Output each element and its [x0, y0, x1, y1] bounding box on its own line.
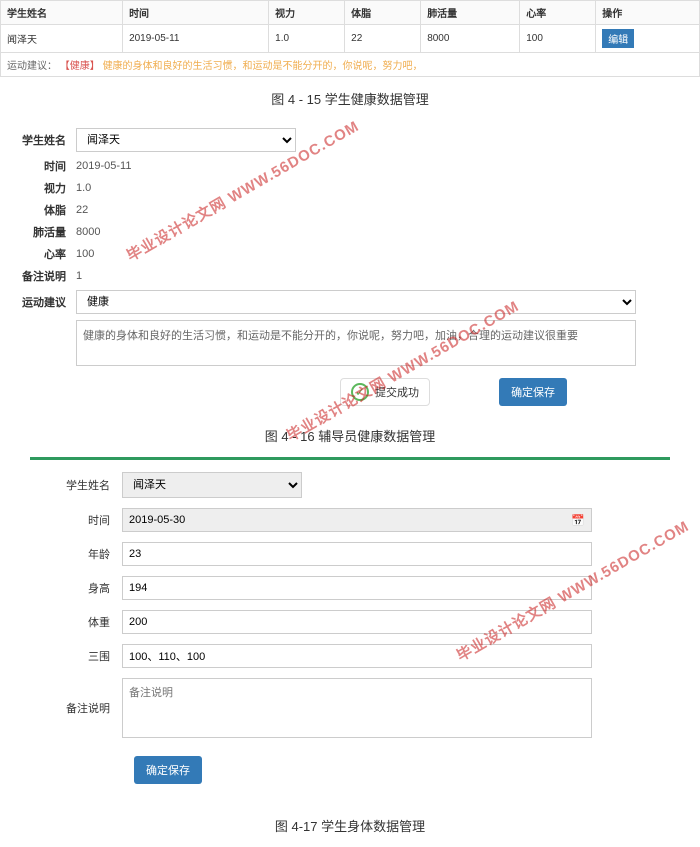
th-vision: 视力 [269, 1, 345, 25]
figure-caption-2: 图 4 - 16 辅导员健康数据管理 [0, 426, 700, 445]
student-select[interactable]: 闻泽天 [76, 128, 296, 152]
th-heart: 心率 [520, 1, 596, 25]
weight-input[interactable] [122, 610, 592, 634]
cell-heart: 100 [520, 25, 596, 53]
label2-bwh: 三围 [66, 648, 122, 664]
label2-time: 时间 [66, 512, 122, 528]
save-button[interactable]: 确定保存 [499, 378, 567, 406]
th-name: 学生姓名 [1, 1, 123, 25]
suggestion-prefix: 运动建议： [7, 61, 57, 72]
cell-time: 2019-05-11 [123, 25, 269, 53]
edit-button[interactable]: 编辑 [602, 29, 634, 48]
label-lung: 肺活量 [20, 224, 76, 240]
label-remark: 备注说明 [20, 268, 76, 284]
label2-name: 学生姓名 [66, 477, 122, 493]
th-fat: 体脂 [345, 1, 421, 25]
label2-weight: 体重 [66, 614, 122, 630]
label-name: 学生姓名 [20, 132, 76, 148]
exercise-textarea[interactable]: 健康的身体和良好的生活习惯，和运动是不能分开的，你说呢，努力吧，加油，合理的运动… [76, 320, 636, 366]
th-time: 时间 [123, 1, 269, 25]
label2-age: 年龄 [66, 546, 122, 562]
date-input[interactable] [123, 509, 565, 531]
health-table: 学生姓名 时间 视力 体脂 肺活量 心率 操作 闻泽天 2019-05-11 1… [0, 0, 700, 77]
value-time: 2019-05-11 [76, 160, 131, 172]
counselor-form: 学生姓名 闻泽天 时间2019-05-11 视力1.0 体脂22 肺活量8000… [0, 120, 700, 414]
label-vision: 视力 [20, 180, 76, 196]
bwh-input[interactable] [122, 644, 592, 668]
cell-vision: 1.0 [269, 25, 345, 53]
cell-fat: 22 [345, 25, 421, 53]
suggestion-row: 运动建议： 【健康】 健康的身体和良好的生活习惯，和运动是不能分开的，你说呢，努… [1, 53, 700, 77]
age-input[interactable] [122, 542, 592, 566]
value-vision: 1.0 [76, 182, 91, 194]
value-heart: 100 [76, 248, 94, 260]
exercise-select[interactable]: 健康 [76, 290, 636, 314]
label2-height: 身高 [66, 580, 122, 596]
cell-lung: 8000 [421, 25, 520, 53]
body-data-form-wrap: 学生姓名 闻泽天 时间 📅 年龄 身高 体重 三围 备注说明 确定保存 [30, 457, 670, 804]
th-lung: 肺活量 [421, 1, 520, 25]
value-remark: 1 [76, 270, 82, 282]
height-input[interactable] [122, 576, 592, 600]
cell-name: 闻泽天 [1, 25, 123, 53]
th-action: 操作 [596, 1, 700, 25]
calendar-icon[interactable]: 📅 [565, 514, 591, 527]
figure-caption-1: 图 4 - 15 学生健康数据管理 [0, 89, 700, 108]
remark-textarea[interactable] [122, 678, 592, 738]
value-fat: 22 [76, 204, 88, 216]
label-exercise: 运动建议 [20, 294, 76, 310]
student-select-2[interactable]: 闻泽天 [122, 472, 302, 498]
check-icon: ✓ [351, 383, 369, 401]
label-fat: 体脂 [20, 202, 76, 218]
label-time: 时间 [20, 158, 76, 174]
suggestion-text: 健康的身体和良好的生活习惯，和运动是不能分开的，你说呢，努力吧， [103, 61, 423, 72]
health-tag: 【健康】 [60, 61, 100, 72]
figure-caption-3: 图 4-17 学生身体数据管理 [0, 816, 700, 835]
label2-remark: 备注说明 [66, 700, 122, 716]
success-toast: ✓ 提交成功 [340, 378, 430, 406]
table-row: 闻泽天 2019-05-11 1.0 22 8000 100 编辑 [1, 25, 700, 53]
save-button-2[interactable]: 确定保存 [134, 756, 202, 784]
label-heart: 心率 [20, 246, 76, 262]
success-text: 提交成功 [375, 384, 419, 400]
value-lung: 8000 [76, 226, 100, 238]
